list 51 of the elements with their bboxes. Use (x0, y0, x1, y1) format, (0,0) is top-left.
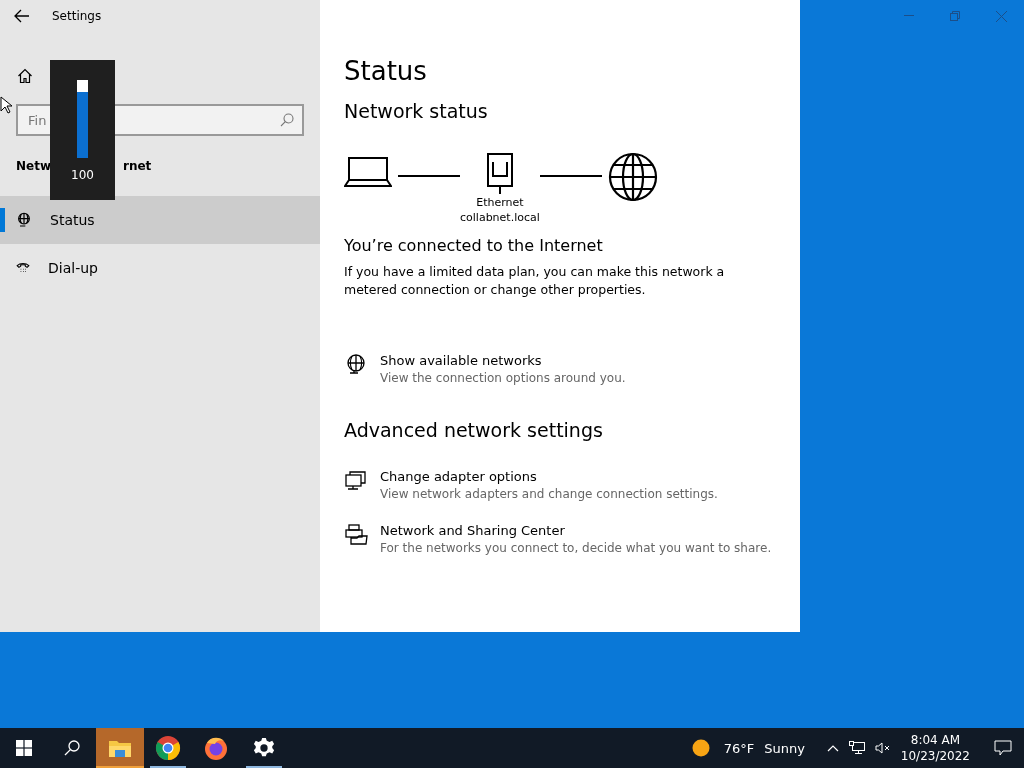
link[interactable]: Show available networks (380, 353, 626, 368)
network-domain: collabnet.local (460, 211, 540, 224)
section-heading: rnet (123, 159, 152, 173)
cursor-icon (0, 96, 12, 114)
home-icon[interactable] (17, 68, 33, 84)
minimize-icon (904, 15, 914, 17)
connection-description: If you have a limited data plan, you can make this network a metered connection or change other properties. (344, 263, 726, 299)
chevron-up-icon[interactable] (826, 744, 839, 752)
window-title: Settings (52, 9, 102, 23)
chrome-icon (155, 735, 181, 761)
connector-line (539, 175, 602, 177)
back-icon[interactable] (14, 9, 30, 23)
link-description: View the connection options around you. (380, 371, 626, 385)
globe-icon (607, 152, 658, 202)
selection-bar (0, 208, 5, 232)
folder-icon (108, 738, 132, 758)
temperature: 76°F (723, 740, 755, 756)
weather-condition: Sunny (764, 740, 805, 756)
page-title: Status (344, 56, 428, 86)
sidebar-item[interactable]: Status (0, 196, 320, 244)
connector-line (398, 175, 460, 177)
clock-time[interactable]: 8:04 AM (910, 733, 961, 747)
link-description: View network adapters and change connection settings. (380, 487, 718, 501)
windows-logo-icon (16, 740, 32, 756)
globe-monitor-icon (16, 212, 32, 228)
clock-date[interactable]: 10/23/2022 (900, 749, 970, 763)
sidebar-item[interactable]: Dial-up (0, 244, 320, 292)
adapter-name: Ethernet (476, 196, 524, 209)
search-icon (64, 740, 80, 756)
link[interactable]: Network and Sharing Center (380, 523, 772, 538)
link-description: For the networks you connect to, decide what you want to share. (380, 541, 772, 555)
monitors-icon (344, 469, 368, 493)
speaker-muted-icon[interactable] (874, 742, 891, 754)
fox-globe-icon (203, 735, 229, 761)
link[interactable]: Change adapter options (380, 469, 718, 484)
connection-heading: You’re connected to the Internet (344, 236, 604, 255)
section-heading: Netw (16, 159, 51, 173)
restore-icon (950, 11, 960, 21)
printer-folder-icon (344, 523, 368, 547)
volume-reading: 100 (71, 168, 94, 182)
settings-icon (253, 737, 275, 759)
globe-monitor-icon (344, 353, 368, 377)
close-icon (995, 10, 1007, 22)
network-icon[interactable] (848, 741, 865, 755)
phone-icon (16, 261, 30, 275)
search-icon (280, 113, 294, 127)
ethernet-port-icon (485, 152, 514, 196)
notification-icon[interactable] (994, 740, 1012, 756)
section-title: Network status (344, 100, 489, 122)
section-title: Advanced network settings (344, 419, 604, 441)
sun-icon (691, 739, 710, 757)
